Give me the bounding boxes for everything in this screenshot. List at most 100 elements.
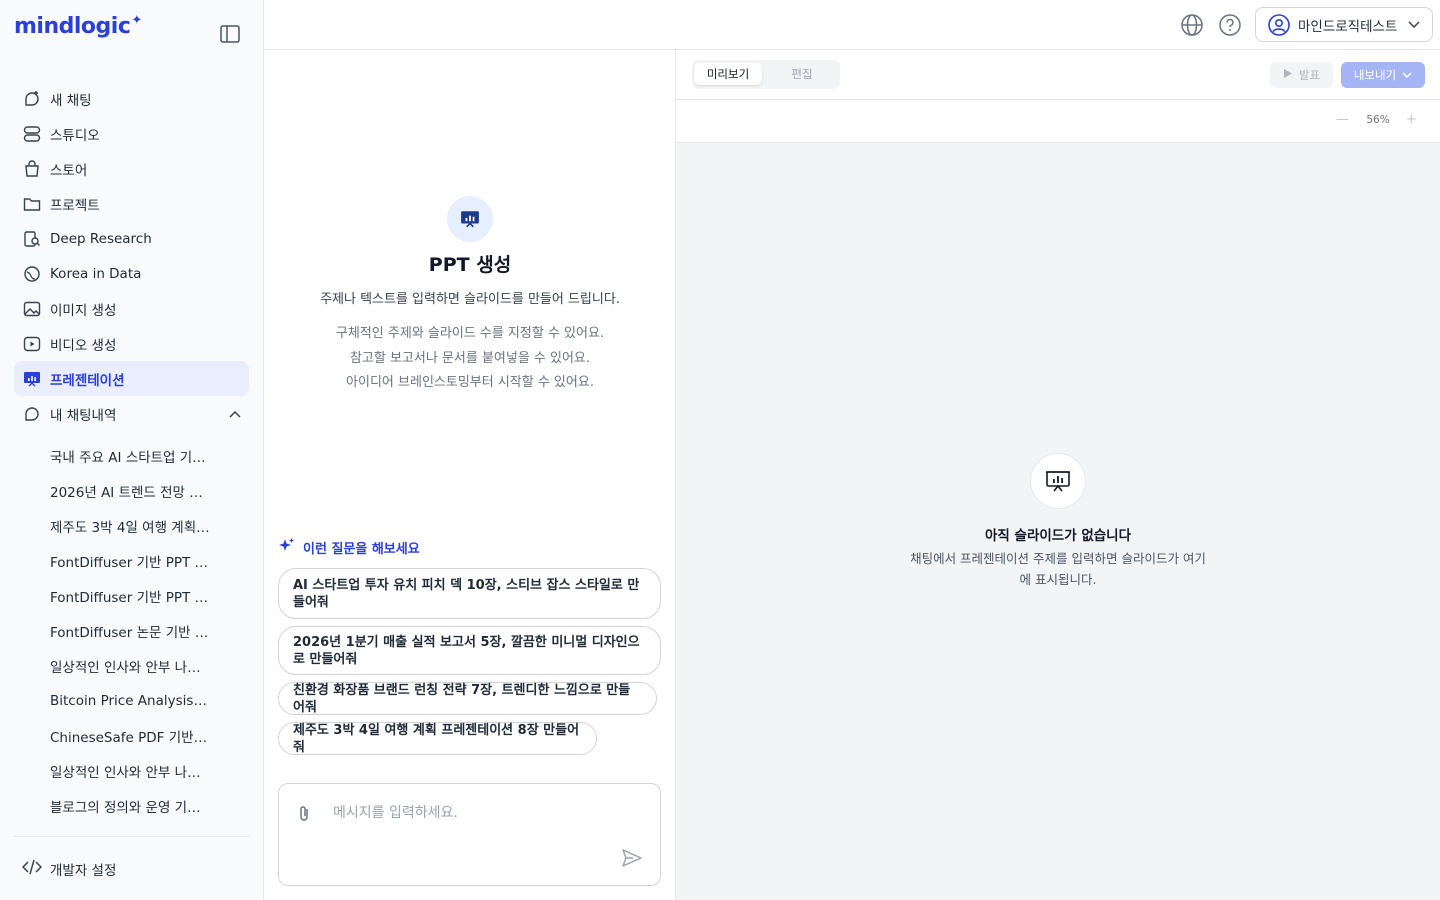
history-item[interactable]: 일상적인 인사와 안부 나누기	[14, 753, 249, 788]
preview-toolbar: 미리보기 편집 발표 내보내기	[676, 50, 1440, 100]
sidebar-item-label: 새 채팅	[50, 92, 92, 109]
presentation-icon	[447, 196, 493, 242]
sidebar-toggle-icon[interactable]	[220, 25, 240, 43]
history-item[interactable]: FontDiffuser 기반 PPT 생성	[14, 543, 249, 578]
suggestion-chip[interactable]: 친환경 화장품 브랜드 런칭 전략 7장, 트렌디한 느낌으로 만들어줘	[278, 682, 657, 715]
sidebar-item-label: 스튜디오	[50, 127, 100, 144]
sidebar-item-studio[interactable]: 스튜디오	[14, 116, 249, 151]
page-title: PPT 생성	[428, 254, 512, 276]
suggestion-label: AI 스타트업 투자 유치 피치 덱 10장, 스티브 잡스 스타일로 만들어줘	[293, 577, 640, 610]
sidebar-item-new-chat[interactable]: 새 채팅	[14, 81, 249, 116]
history-item[interactable]: 일상적인 인사와 안부 나누기	[14, 648, 249, 683]
sidebar-item-label: 이미지 생성	[50, 302, 117, 319]
history-item-label: FontDiffuser 기반 PPT 생성	[50, 554, 210, 571]
chevron-down-icon	[1402, 68, 1412, 82]
developer-settings-label: 개발자 설정	[50, 863, 117, 879]
chat-history-list[interactable]: 국내 주요 AI 스타트업 기술 동향 2026년 AI 트렌드 전망 및 분석…	[14, 438, 249, 836]
history-item-label: 국내 주요 AI 스타트업 기술 동향	[50, 449, 210, 466]
export-button[interactable]: 내보내기	[1341, 62, 1425, 88]
sidebar-item-label: 내 채팅내역	[50, 407, 117, 424]
suggestion-chip[interactable]: AI 스타트업 투자 유치 피치 덱 10장, 스티브 잡스 스타일로 만들어줘	[278, 568, 661, 619]
history-item-label: 제주도 3박 4일 여행 계획 프레젠테이션	[50, 519, 210, 536]
suggestion-label: 친환경 화장품 브랜드 런칭 전략 7장, 트렌디한 느낌으로 만들어줘	[293, 682, 631, 715]
studio-icon	[22, 124, 42, 144]
store-icon	[22, 159, 42, 179]
history-item[interactable]: 국내 주요 AI 스타트업 기술 동향	[14, 438, 249, 473]
sidebar: mindlogic✦ 새 채팅 스튜디오 스토어 프로젝트 Deep Resea…	[0, 0, 264, 900]
folder-icon	[22, 194, 42, 214]
user-name: 마인드로직테스트	[1298, 18, 1398, 35]
page-subtitle: 주제나 텍스트를 입력하면 슬라이드를 만들어 드립니다.	[320, 292, 620, 307]
suggestion-chip[interactable]: 2026년 1분기 매출 실적 보고서 5장, 깔끔한 미니멀 디자인으로 만들…	[278, 626, 661, 675]
tab-edit[interactable]: 편집	[768, 63, 836, 85]
zoom-bar: — 56% +	[676, 100, 1440, 143]
research-icon	[22, 229, 42, 249]
presentation-board-icon	[1030, 453, 1086, 509]
presentation-icon	[22, 369, 42, 389]
message-input[interactable]	[333, 802, 633, 852]
zoom-in-button[interactable]: +	[1406, 112, 1417, 127]
empty-state-title: 아직 슬라이드가 없습니다	[984, 528, 1132, 544]
sidebar-item-label: 프레젠테이션	[50, 372, 125, 389]
brand-logo[interactable]: mindlogic✦	[14, 13, 142, 39]
paperclip-icon[interactable]	[294, 804, 314, 828]
language-globe-icon[interactable]	[1180, 13, 1204, 37]
sidebar-item-presentation[interactable]: 프레젠테이션	[14, 361, 249, 396]
globe-icon	[22, 264, 42, 284]
history-item[interactable]: 2026년 AI 트렌드 전망 및 분석	[14, 473, 249, 508]
history-item[interactable]: FontDiffuser 논문 기반 발표	[14, 613, 249, 648]
top-bar: 마인드로직테스트	[264, 0, 1440, 50]
tips-list: 구체적인 주제와 슬라이드 수를 지정할 수 있어요. 참고할 보고서나 문서를…	[264, 322, 676, 396]
history-item-label: ChineseSafe PDF 기반 요약	[50, 729, 210, 746]
video-icon	[22, 334, 42, 354]
sidebar-item-project[interactable]: 프로젝트	[14, 186, 249, 221]
history-item[interactable]: ChineseSafe PDF 기반 요약	[14, 718, 249, 753]
logo-text: mindlogic	[14, 14, 131, 39]
help-icon[interactable]	[1218, 13, 1242, 37]
sparkle-icon: ✦	[131, 13, 142, 28]
sidebar-item-label: 스토어	[50, 162, 88, 179]
sidebar-item-video-gen[interactable]: 비디오 생성	[14, 326, 249, 361]
sidebar-item-chat-history[interactable]: 내 채팅내역	[14, 396, 249, 431]
history-item-label: Bitcoin Price Analysis Report	[50, 692, 210, 709]
sidebar-item-label: 프로젝트	[50, 197, 100, 214]
suggestion-label: 제주도 3박 4일 여행 계획 프레젠테이션 8장 만들어줘	[293, 722, 580, 755]
new-chat-icon	[22, 89, 42, 109]
history-item-label: 2026년 AI 트렌드 전망 및 분석	[50, 484, 210, 501]
sidebar-item-store[interactable]: 스토어	[14, 151, 249, 186]
sidebar-footer: 개발자 설정	[14, 836, 249, 900]
message-composer	[278, 783, 661, 886]
empty-state-description: 채팅에서 프레젠테이션 주제를 입력하면 슬라이드가 여기에 표시됩니다.	[910, 551, 1206, 587]
sidebar-nav: 새 채팅 스튜디오 스토어 프로젝트 Deep Research Korea i…	[14, 81, 249, 431]
sidebar-item-korea-in-data[interactable]: Korea in Data	[14, 256, 249, 291]
tip-item: 아이디어 브레인스토밍부터 시작할 수 있어요.	[346, 375, 594, 390]
developer-settings-button[interactable]: 개발자 설정	[21, 859, 117, 879]
history-item[interactable]: Bitcoin Price Analysis Report	[14, 683, 249, 718]
code-icon	[21, 859, 43, 879]
chevron-up-icon[interactable]	[229, 406, 241, 422]
image-icon	[22, 299, 42, 319]
send-icon[interactable]	[621, 848, 643, 872]
sparkle-icon	[278, 537, 295, 558]
sidebar-item-label: 비디오 생성	[50, 337, 117, 354]
history-item-label: 블로그의 정의와 운영 기초 안내	[50, 799, 210, 816]
suggestion-chip[interactable]: 제주도 3박 4일 여행 계획 프레젠테이션 8장 만들어줘	[278, 722, 597, 755]
sidebar-item-image-gen[interactable]: 이미지 생성	[14, 291, 249, 326]
history-item-label: 일상적인 인사와 안부 나누기	[50, 659, 210, 676]
view-mode-tabs: 미리보기 편집	[692, 60, 840, 89]
history-item[interactable]: 제주도 3박 4일 여행 계획 프레젠테이션	[14, 508, 249, 543]
user-menu-button[interactable]: 마인드로직테스트	[1255, 7, 1433, 42]
chat-panel: PPT 생성 주제나 텍스트를 입력하면 슬라이드를 만들어 드립니다. 구체적…	[264, 50, 676, 900]
history-item[interactable]: 블로그의 정의와 운영 기초 안내	[14, 788, 249, 823]
zoom-out-button[interactable]: —	[1336, 112, 1349, 127]
sidebar-item-deep-research[interactable]: Deep Research	[14, 221, 249, 256]
chevron-down-icon	[1408, 20, 1420, 28]
history-item[interactable]: FontDiffuser 기반 PPT 요약	[14, 578, 249, 613]
tab-preview[interactable]: 미리보기	[694, 63, 762, 85]
present-label: 발표	[1298, 68, 1321, 82]
tip-item: 구체적인 주제와 슬라이드 수를 지정할 수 있어요.	[335, 326, 605, 341]
suggestions-heading-label: 이런 질문을 해보세요	[303, 542, 420, 557]
zoom-level: 56%	[1366, 114, 1390, 126]
history-item-label: FontDiffuser 기반 PPT 요약	[50, 589, 210, 606]
present-button[interactable]: 발표	[1270, 62, 1333, 88]
